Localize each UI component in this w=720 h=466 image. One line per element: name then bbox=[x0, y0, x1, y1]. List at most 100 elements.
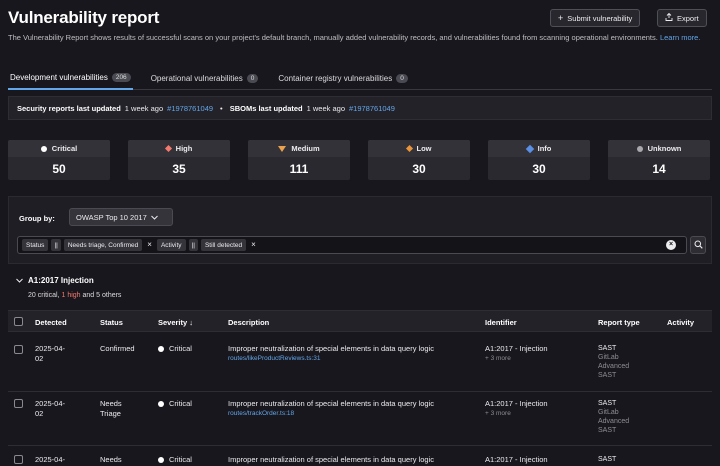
low-icon bbox=[405, 144, 413, 153]
remove-token-icon[interactable]: × bbox=[145, 240, 154, 250]
filter-token-value[interactable]: Still detected bbox=[200, 239, 247, 251]
table-row[interactable]: 2025-04- Needs Critical Improper neutral… bbox=[8, 446, 712, 466]
column-detected[interactable]: Detected bbox=[35, 318, 67, 327]
low-count-card: Low 30 bbox=[368, 140, 470, 180]
group-by-dropdown[interactable]: OWASP Top 10 2017 bbox=[69, 208, 173, 226]
file-path-link[interactable]: routes/trackOrder.ts:18 bbox=[228, 409, 478, 418]
column-report-type: Report type bbox=[598, 318, 640, 327]
status: Needs Triage bbox=[100, 399, 122, 418]
unknown-label: Unknown bbox=[647, 144, 682, 153]
submit-vulnerability-button[interactable]: + Submit vulnerability bbox=[550, 9, 641, 27]
tab-development-vulnerabilities[interactable]: Development vulnerabilities 206 bbox=[8, 66, 133, 90]
medium-icon bbox=[278, 145, 287, 152]
group-summary-separator: , bbox=[57, 292, 60, 299]
low-count: 30 bbox=[412, 161, 426, 176]
high-icon bbox=[164, 144, 172, 153]
chevron-down-icon[interactable] bbox=[16, 276, 23, 285]
row-checkbox[interactable] bbox=[14, 455, 23, 464]
filter-token-operator[interactable]: || bbox=[51, 239, 61, 251]
description-link[interactable]: Improper neutralization of special eleme… bbox=[228, 455, 478, 465]
filter-panel: Group by: OWASP Top 10 2017 Status || Ne… bbox=[8, 196, 712, 264]
search-icon bbox=[694, 240, 703, 251]
export-button[interactable]: Export bbox=[657, 9, 707, 27]
chevron-down-icon bbox=[150, 213, 158, 222]
table-row[interactable]: 2025-04- 02 Needs Triage Critical Improper… bbox=[8, 392, 712, 446]
tab-count-badge: 0 bbox=[246, 73, 259, 83]
column-activity: Activity bbox=[667, 318, 695, 327]
info-icon bbox=[525, 144, 534, 153]
detected-date: 2025-04- 02 bbox=[35, 344, 66, 363]
critical-icon bbox=[158, 346, 164, 352]
row-checkbox[interactable] bbox=[14, 399, 23, 408]
report-tabs: Development vulnerabilities 206 Operatio… bbox=[8, 66, 712, 90]
more-identifiers: + 3 more bbox=[485, 410, 511, 417]
group-header[interactable]: A1:2017 Injection bbox=[16, 276, 121, 285]
column-description: Description bbox=[228, 318, 270, 327]
high-count-card: High 35 bbox=[128, 140, 230, 180]
filter-token-value[interactable]: Needs triage, Confirmed bbox=[63, 239, 143, 251]
group-by-value: OWASP Top 10 2017 bbox=[76, 212, 147, 222]
filter-token-operator[interactable]: || bbox=[188, 239, 198, 251]
column-identifier: Identifier bbox=[485, 318, 517, 327]
filter-token-field[interactable]: Activity bbox=[156, 239, 186, 251]
sort-arrow-icon: ↓ bbox=[189, 318, 194, 327]
critical-icon bbox=[158, 401, 164, 407]
description: Improper neutralization of special eleme… bbox=[228, 344, 478, 363]
vulnerability-group: A1:2017 Injection 20 critical, 1 high an… bbox=[16, 276, 121, 299]
description-text: The Vulnerability Report shows results o… bbox=[8, 33, 658, 42]
learn-more-link[interactable]: Learn more. bbox=[660, 33, 700, 42]
description-link[interactable]: Improper neutralization of special eleme… bbox=[228, 399, 478, 409]
report-type: SAST bbox=[598, 456, 617, 463]
group-title: A1:2017 Injection bbox=[28, 276, 94, 285]
severity: Critical bbox=[158, 344, 192, 354]
export-label: Export bbox=[677, 13, 699, 23]
file-path-link[interactable]: routes/likeProductReviews.ts:31 bbox=[228, 354, 478, 363]
identifier: A1:2017 - Injection + 3 more bbox=[485, 344, 548, 362]
info-label: Info bbox=[537, 144, 552, 153]
tab-label: Operational vulnerabilities bbox=[150, 73, 243, 83]
critical-count-card: Critical 50 bbox=[8, 140, 110, 180]
tab-operational-vulnerabilities[interactable]: Operational vulnerabilities 0 bbox=[149, 66, 261, 90]
more-identifiers: + 3 more bbox=[485, 355, 511, 362]
description: Improper neutralization of special eleme… bbox=[228, 399, 478, 418]
page-title: Vulnerability report bbox=[8, 8, 160, 27]
last-updated-bar: Security reports last updated 1 week ago… bbox=[8, 96, 712, 120]
unknown-count-card: Unknown 14 bbox=[608, 140, 710, 180]
severity: Critical bbox=[158, 455, 192, 465]
remove-token-icon[interactable]: × bbox=[249, 240, 258, 250]
description-link[interactable]: Improper neutralization of special eleme… bbox=[228, 344, 478, 354]
clear-filters-icon[interactable]: × bbox=[666, 240, 676, 250]
critical-icon bbox=[158, 457, 164, 463]
security-reports-label: Security reports last updated bbox=[17, 103, 121, 113]
detected-date: 2025-04- bbox=[35, 455, 66, 464]
column-severity[interactable]: Severity ↓ bbox=[158, 318, 193, 327]
security-pipeline-link[interactable]: #1978761049 bbox=[167, 104, 213, 113]
sbom-pipeline-link[interactable]: #1978761049 bbox=[349, 104, 395, 113]
sboms-label: SBOMs last updated bbox=[229, 103, 303, 113]
group-by-label: Group by: bbox=[19, 214, 55, 223]
table-header: Detected Status Severity ↓ Description I… bbox=[8, 310, 712, 332]
status: Needs bbox=[100, 455, 122, 464]
critical-icon bbox=[40, 145, 47, 152]
column-status[interactable]: Status bbox=[100, 318, 123, 327]
select-all-checkbox[interactable] bbox=[14, 317, 23, 326]
row-checkbox[interactable] bbox=[14, 345, 23, 354]
medium-count-card: Medium 111 bbox=[248, 140, 350, 180]
medium-count: 111 bbox=[289, 161, 309, 176]
group-other-count: and 5 others bbox=[82, 292, 122, 299]
unknown-count: 14 bbox=[652, 161, 666, 176]
search-button[interactable] bbox=[690, 236, 706, 254]
filter-token-field[interactable]: Status bbox=[22, 239, 49, 251]
high-count: 35 bbox=[172, 161, 186, 176]
tab-count-badge: 206 bbox=[111, 72, 131, 82]
table-row[interactable]: 2025-04- 02 Confirmed Critical Improper n… bbox=[8, 332, 712, 392]
submit-vulnerability-label: Submit vulnerability bbox=[567, 13, 633, 23]
group-high-count: 1 high bbox=[61, 292, 81, 299]
group-critical-count: 20 critical bbox=[28, 292, 58, 299]
separator: • bbox=[220, 103, 223, 113]
report-type: SAST GitLab Advanced SAST bbox=[598, 400, 630, 434]
identifier: A1:2017 - Injection + 3 more bbox=[485, 399, 548, 417]
filter-search-bar[interactable]: Status || Needs triage, Confirmed × Acti… bbox=[17, 236, 687, 254]
tab-container-registry-vulnerabilities[interactable]: Container registry vulnerabilities 0 bbox=[276, 66, 409, 90]
critical-label: Critical bbox=[51, 144, 78, 153]
